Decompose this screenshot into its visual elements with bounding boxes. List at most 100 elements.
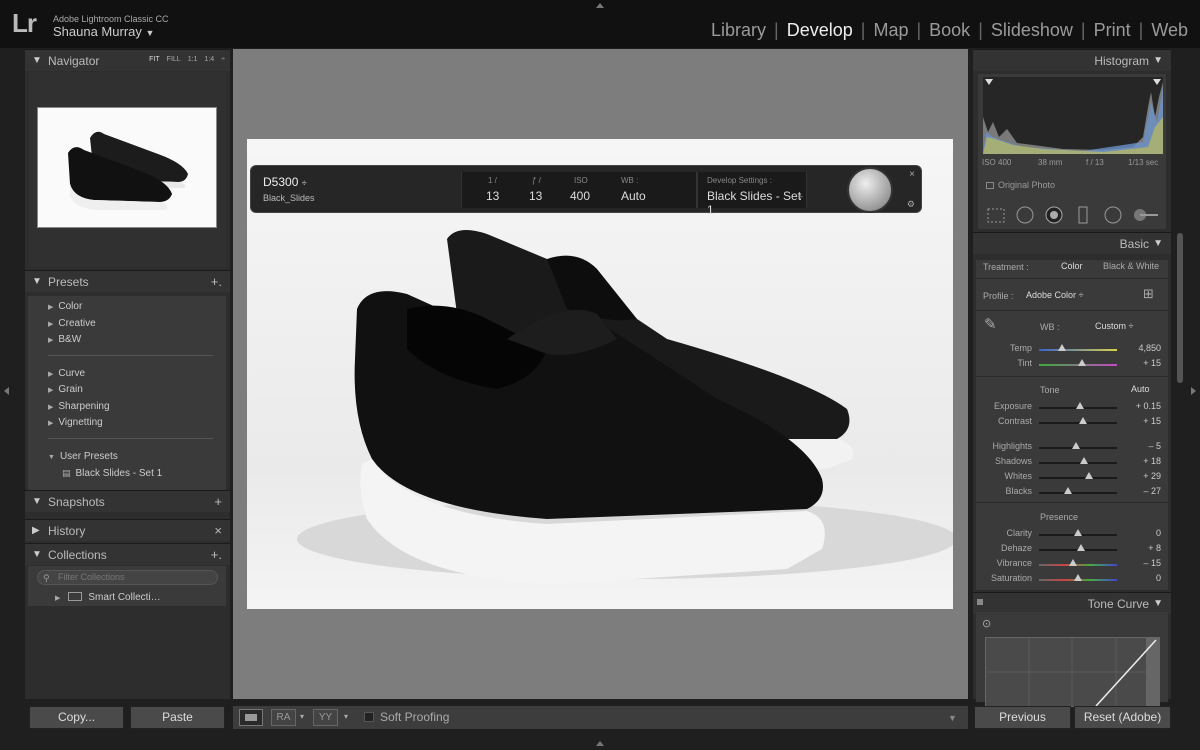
navigator-header[interactable]: ▼ Navigator FIT FILL 1:1 1:4 ÷ [25, 49, 230, 71]
slider-track[interactable] [1039, 477, 1117, 479]
module-slideshow[interactable]: Slideshow [985, 20, 1079, 41]
before-after-swap-button[interactable]: YY [313, 709, 338, 726]
slider-thumb[interactable] [1077, 359, 1086, 366]
add-collection-icon[interactable]: +. [211, 547, 222, 562]
tone-curve-header[interactable]: Tone Curve ▼ [973, 592, 1171, 614]
histogram-header[interactable]: Histogram ▼ [973, 49, 1171, 71]
module-develop[interactable]: Develop [781, 20, 859, 41]
presets-header[interactable]: ▼ Presets +. [25, 270, 230, 292]
slider-thumb[interactable] [1080, 457, 1089, 464]
capture-button[interactable] [847, 167, 893, 213]
slider-value[interactable]: + 29 [1121, 471, 1161, 481]
history-header[interactable]: ▶ History × [25, 519, 230, 541]
slider-value[interactable]: + 8 [1121, 543, 1161, 553]
toolbar-menu-icon[interactable]: ▼ [948, 713, 957, 723]
preset-folder-curve[interactable]: ▶ Curve [48, 368, 85, 379]
module-library[interactable]: Library [705, 20, 772, 41]
tone-curve-graph[interactable] [985, 637, 1160, 707]
histogram-graph[interactable] [983, 77, 1163, 154]
expand-arrow-icon[interactable]: ▶ [32, 525, 40, 536]
before-after-left-right-button[interactable]: RA [271, 709, 296, 726]
collections-filter-input[interactable]: ⚲ Filter Collections [37, 570, 218, 585]
collapse-arrow-icon[interactable]: ▼ [32, 549, 42, 560]
slider-value[interactable]: + 18 [1121, 456, 1161, 466]
left-panel-toggle-icon[interactable] [4, 387, 9, 395]
collections-header[interactable]: ▼ Collections +. [25, 543, 230, 565]
add-snapshot-icon[interactable]: + [214, 494, 222, 509]
collapse-arrow-icon[interactable]: ▼ [32, 55, 42, 66]
collapse-arrow-icon[interactable]: ▼ [1153, 238, 1163, 249]
preset-folder-creative[interactable]: ▶ Creative [48, 318, 96, 329]
camera-model[interactable]: D5300 ÷ [263, 175, 307, 189]
clear-history-icon[interactable]: × [214, 523, 222, 538]
slider-thumb[interactable] [1084, 472, 1093, 479]
slider-thumb[interactable] [1058, 344, 1067, 351]
gear-icon[interactable]: ⚙ [907, 199, 915, 210]
add-preset-icon[interactable]: +. [211, 274, 222, 289]
before-after-caret-icon[interactable]: ▾ [300, 712, 304, 721]
user-preset-black-slides[interactable]: ▤ Black Slides - Set 1 [62, 468, 162, 479]
slider-value[interactable]: + 0.15 [1121, 401, 1161, 411]
preset-folder-bw[interactable]: ▶ B&W [48, 334, 81, 345]
preset-folder-grain[interactable]: ▶ Grain [48, 384, 83, 395]
collapse-arrow-icon[interactable]: ▼ [32, 496, 42, 507]
slider-value[interactable]: – 27 [1121, 486, 1161, 496]
user-menu-caret-icon[interactable]: ▼ [146, 28, 155, 38]
slider-value[interactable]: 4,850 [1121, 343, 1161, 353]
navigator-preview[interactable] [29, 72, 226, 267]
snapshots-header[interactable]: ▼ Snapshots + [25, 490, 230, 512]
slider-value[interactable]: 0 [1121, 528, 1161, 538]
slider-thumb[interactable] [1071, 442, 1080, 449]
module-book[interactable]: Book [923, 20, 976, 41]
navigator-thumbnail[interactable] [37, 107, 217, 228]
collapse-arrow-icon[interactable]: ▼ [1153, 598, 1163, 609]
swap-caret-icon[interactable]: ▾ [344, 712, 348, 721]
panel-switch-icon[interactable] [977, 599, 983, 605]
profile-browser-icon[interactable]: ⊞ [1143, 286, 1154, 302]
module-map[interactable]: Map [867, 20, 914, 41]
slider-value[interactable]: – 5 [1121, 441, 1161, 451]
profile-dropdown[interactable]: Adobe Color ÷ [1026, 290, 1084, 300]
slider-track[interactable] [1039, 349, 1117, 351]
identity-plate[interactable]: Shauna Murray ▼ [53, 24, 154, 39]
develop-settings-box[interactable]: Develop Settings : Black Slides - Set 1 … [697, 172, 807, 217]
preset-folder-vignetting[interactable]: ▶ Vignetting [48, 417, 103, 428]
wb-dropdown[interactable]: Custom ÷ [1095, 321, 1133, 331]
paste-button[interactable]: Paste [130, 706, 225, 729]
white-balance-picker-icon[interactable]: ✎ [984, 315, 997, 333]
right-panel-toggle-icon[interactable] [1191, 387, 1196, 395]
slider-value[interactable]: – 15 [1121, 558, 1161, 568]
zoom-fill[interactable]: FILL [167, 56, 181, 63]
treatment-bw-button[interactable]: Black & White [1103, 261, 1159, 271]
slider-thumb[interactable] [1078, 417, 1087, 424]
slider-value[interactable]: + 15 [1121, 358, 1161, 368]
slider-track[interactable] [1039, 564, 1117, 566]
slider-value[interactable]: + 15 [1121, 416, 1161, 426]
zoom-1-1[interactable]: 1:1 [188, 56, 198, 63]
slider-thumb[interactable] [1068, 559, 1077, 566]
zoom-menu-caret-icon[interactable]: ÷ [221, 56, 225, 63]
collapse-arrow-icon[interactable]: ▼ [1153, 55, 1163, 66]
module-web[interactable]: Web [1145, 20, 1194, 41]
right-panel-scrollbar[interactable] [1177, 233, 1183, 383]
collapse-arrow-icon[interactable]: ▼ [32, 276, 42, 287]
slider-thumb[interactable] [1075, 402, 1084, 409]
slider-thumb[interactable] [1077, 544, 1086, 551]
targeted-adjustment-icon[interactable]: ⊙ [982, 617, 991, 630]
bottom-panel-toggle-icon[interactable] [596, 741, 604, 746]
slider-thumb[interactable] [1063, 487, 1072, 494]
loupe-view-icon[interactable] [239, 709, 263, 726]
slider-track[interactable] [1039, 492, 1117, 494]
preset-folder-user[interactable]: ▼ User Presets [48, 451, 118, 462]
close-icon[interactable]: × [909, 169, 915, 180]
copy-button[interactable]: Copy... [29, 706, 124, 729]
previous-button[interactable]: Previous [974, 706, 1071, 729]
slider-track[interactable] [1039, 462, 1117, 464]
module-print[interactable]: Print [1088, 20, 1137, 41]
slider-value[interactable]: 0 [1121, 573, 1161, 583]
soft-proofing-checkbox[interactable] [364, 712, 374, 722]
zoom-1-4[interactable]: 1:4 [204, 56, 214, 63]
slider-thumb[interactable] [1074, 529, 1082, 536]
preset-folder-color[interactable]: ▶ Color [48, 301, 82, 312]
zoom-fit[interactable]: FIT [149, 56, 160, 63]
